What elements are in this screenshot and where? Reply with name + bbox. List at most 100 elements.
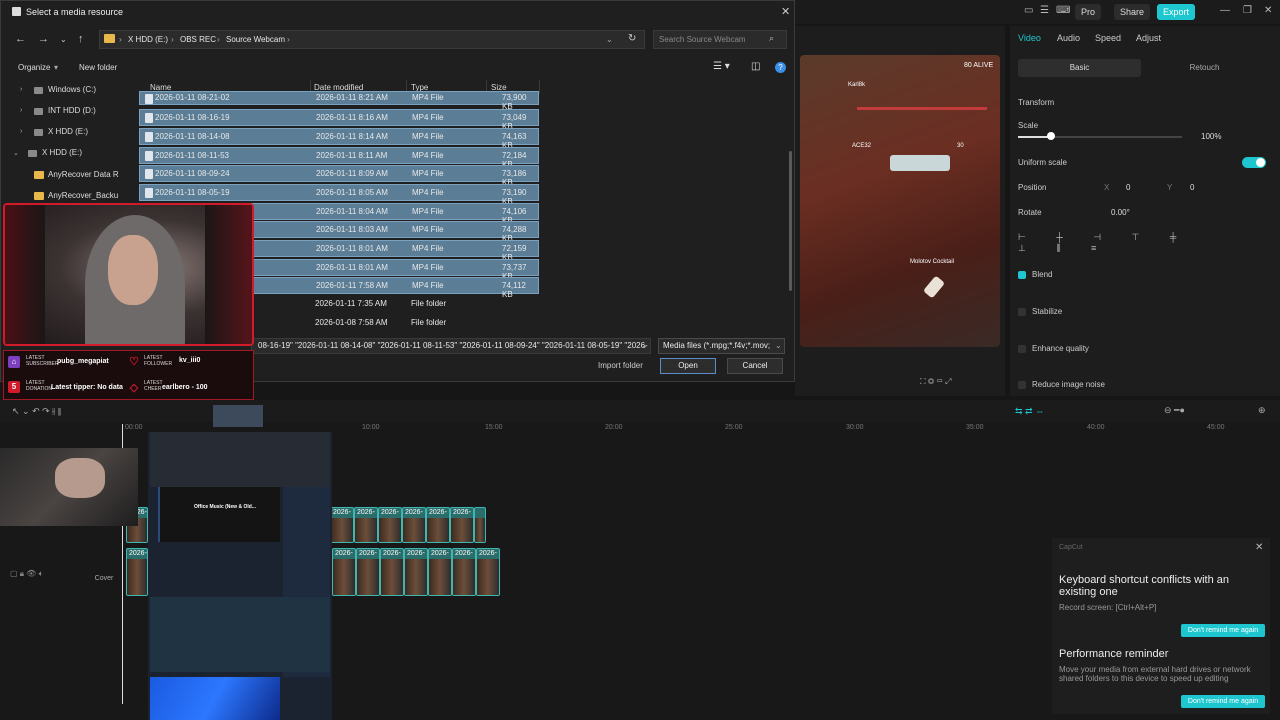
help-icon[interactable]: ? — [775, 62, 786, 73]
timeline-clip[interactable]: 2026- — [402, 507, 426, 543]
breadcrumb-item[interactable]: OBS REC — [180, 35, 216, 44]
file-row[interactable]: 2026-01-11 08-16-19 2026-01-11 8:16 AM M… — [139, 109, 539, 131]
track-controls-icons[interactable]: ▢ 🔒︎ 👁︎ 🔈︎ — [10, 569, 43, 579]
share-button[interactable]: Share — [1114, 4, 1151, 20]
cover-button[interactable]: Cover — [92, 563, 116, 585]
file-list-scrollbar[interactable] — [789, 151, 792, 291]
organize-dropdown-icon[interactable]: ▾ — [54, 63, 58, 72]
window-close-icon[interactable]: ✕ — [1264, 5, 1272, 16]
timeline-clip[interactable]: 2026- — [330, 507, 354, 543]
forward-arrow-icon[interactable]: → — [38, 33, 49, 45]
menu-icon[interactable]: ☰ — [1040, 5, 1049, 16]
tree-item-windows[interactable]: Windows (C:) — [48, 85, 96, 94]
file-row[interactable]: 2026-01-11 08-14-08 2026-01-11 8:14 AM M… — [139, 128, 539, 150]
chevron-down-icon[interactable]: ⌄ — [775, 341, 782, 350]
tree-item-folder[interactable]: AnyRecover_Backu — [48, 191, 118, 200]
timeline-clip[interactable]: 2026- — [378, 507, 402, 543]
dialog-close-icon[interactable]: ✕ — [781, 5, 790, 18]
file-date: 2026-01-11 8:21 AM — [316, 93, 388, 102]
file-type-select[interactable]: Media files (*.mpg;*.f4v;*.mov; — [658, 338, 785, 354]
timeline-clip[interactable]: 2026- — [428, 548, 452, 596]
clip-label: 2026- — [479, 550, 497, 557]
refresh-icon[interactable]: ↻ — [628, 33, 636, 44]
tab-audio[interactable]: Audio — [1057, 33, 1080, 43]
breadcrumb-item[interactable]: X HDD (E:) — [128, 35, 168, 44]
tab-speed[interactable]: Speed — [1095, 33, 1121, 43]
up-arrow-icon[interactable]: ↑ — [78, 33, 84, 45]
dont-remind-button[interactable]: Don't remind me again — [1181, 695, 1265, 708]
position-x-input[interactable]: 0 — [1126, 183, 1130, 192]
export-button[interactable]: Export — [1157, 4, 1196, 20]
file-row[interactable]: 2026-01-11 08-05-19 2026-01-11 8:05 AM M… — [139, 184, 539, 206]
breadcrumb-item[interactable]: Source Webcam — [226, 35, 285, 44]
timeline-clip[interactable]: 2026- — [356, 548, 380, 596]
maximize-icon[interactable]: ❐ — [1243, 5, 1252, 16]
file-row[interactable]: 2026-01-11 08-11-53 2026-01-11 8:11 AM M… — [139, 147, 539, 169]
fullscreen-icon[interactable]: ⛶ ◎ ▭ ⤢ — [920, 377, 951, 387]
file-row[interactable]: 2026-01-11 08-21-02 2026-01-11 8:21 AM M… — [139, 91, 539, 111]
view-options-icon[interactable]: ☰ ▾ — [713, 61, 730, 72]
timeline-clip[interactable]: 2026- — [126, 548, 148, 596]
recent-locations-icon[interactable]: ⌄ — [60, 35, 67, 44]
clip-label: 2026- — [405, 509, 423, 516]
chevron-right-icon[interactable]: › — [20, 86, 22, 93]
chevron-right-icon[interactable]: › — [20, 107, 22, 114]
tab-adjust[interactable]: Adjust — [1136, 33, 1161, 43]
chevron-down-icon[interactable]: ⌄ — [13, 149, 19, 157]
stabilize-checkbox[interactable] — [1018, 308, 1026, 316]
minimize-icon[interactable]: — — [1220, 5, 1230, 16]
tree-item-x-hdd-expanded[interactable]: X HDD (E:) — [42, 148, 82, 157]
tab-retouch[interactable]: Retouch — [1143, 59, 1266, 77]
tree-item-folder[interactable]: AnyRecover Data R — [48, 170, 119, 179]
pro-button[interactable]: Pro — [1075, 4, 1102, 20]
back-arrow-icon[interactable]: ← — [15, 33, 26, 45]
open-button[interactable]: Open — [660, 358, 716, 374]
drive-icon — [34, 87, 43, 94]
notification-close-icon[interactable]: ✕ — [1255, 542, 1263, 553]
transform-heading[interactable]: Transform — [1018, 98, 1054, 107]
zoom-icons[interactable]: ⊖ ━● — [1164, 405, 1185, 416]
alignment-buttons[interactable]: ⊢ ┼ ⊣ ⊤ ╪ ⊥ ⫼ ≡ — [1018, 232, 1218, 254]
scale-slider-knob[interactable] — [1046, 132, 1055, 140]
tab-basic[interactable]: Basic — [1018, 59, 1141, 77]
zoom-fit-icon[interactable]: ⊕ — [1258, 405, 1266, 416]
position-y-input[interactable]: 0 — [1190, 183, 1194, 192]
file-name-input[interactable]: 08-16-19" "2026-01-11 08-14-08" "2026-01… — [251, 338, 651, 354]
tree-item-x-hdd[interactable]: X HDD (E:) — [48, 127, 88, 136]
address-dropdown-icon[interactable]: ⌄ — [606, 35, 613, 44]
cancel-button[interactable]: Cancel — [727, 358, 783, 374]
dont-remind-button[interactable]: Don't remind me again — [1181, 624, 1265, 637]
tab-video[interactable]: Video — [1018, 33, 1041, 43]
new-folder-button[interactable]: New folder — [79, 63, 117, 72]
column-separator[interactable] — [539, 80, 540, 94]
game-preview[interactable]: 80 ALIVE Karl8k ACE32 30 Molotov Cocktai… — [800, 55, 1000, 347]
video-file-icon — [145, 151, 153, 161]
import-folder-button[interactable]: Import folder — [598, 361, 643, 370]
scale-slider[interactable] — [1018, 136, 1182, 138]
tree-item-int-hdd[interactable]: INT HDD (D:) — [48, 106, 96, 115]
timeline-clip[interactable]: 2026- — [380, 548, 404, 596]
enhance-quality-checkbox[interactable] — [1018, 345, 1026, 353]
timeline-clip[interactable]: 2026- — [450, 507, 474, 543]
organize-button[interactable]: Organize — [18, 63, 50, 72]
rotate-input[interactable]: 0.00° — [1111, 208, 1130, 217]
uniform-scale-toggle[interactable] — [1242, 157, 1266, 168]
timeline-clip[interactable]: 2026- — [404, 548, 428, 596]
snap-icons[interactable]: ⇆ ⇄ ⇔ — [1015, 406, 1044, 417]
timeline-clip[interactable]: 2026- — [354, 507, 378, 543]
timeline-clip[interactable] — [474, 507, 486, 543]
timeline-tools-icon[interactable]: ↖ ⌄ ↶ ↷ ⫲ ⫴ — [12, 406, 61, 417]
layout-icon[interactable]: ▭ — [1024, 5, 1033, 16]
file-name-dropdown-icon[interactable]: ⌄ — [641, 341, 648, 350]
timeline-clip[interactable]: 2026- — [476, 548, 500, 596]
reduce-noise-checkbox[interactable] — [1018, 381, 1026, 389]
timeline-clip[interactable]: 2026- — [426, 507, 450, 543]
scale-value[interactable]: 100% — [1201, 132, 1221, 141]
preview-pane-icon[interactable]: ◫ — [751, 61, 760, 72]
blend-checkbox[interactable] — [1018, 271, 1026, 279]
chevron-right-icon[interactable]: › — [20, 128, 22, 135]
file-row[interactable]: 2026-01-11 08-09-24 2026-01-11 8:09 AM M… — [139, 165, 539, 187]
shortcut-icon[interactable]: ⌨ — [1056, 5, 1070, 16]
timeline-clip[interactable]: 2026- — [452, 548, 476, 596]
timeline-clip[interactable]: 2026- — [332, 548, 356, 596]
